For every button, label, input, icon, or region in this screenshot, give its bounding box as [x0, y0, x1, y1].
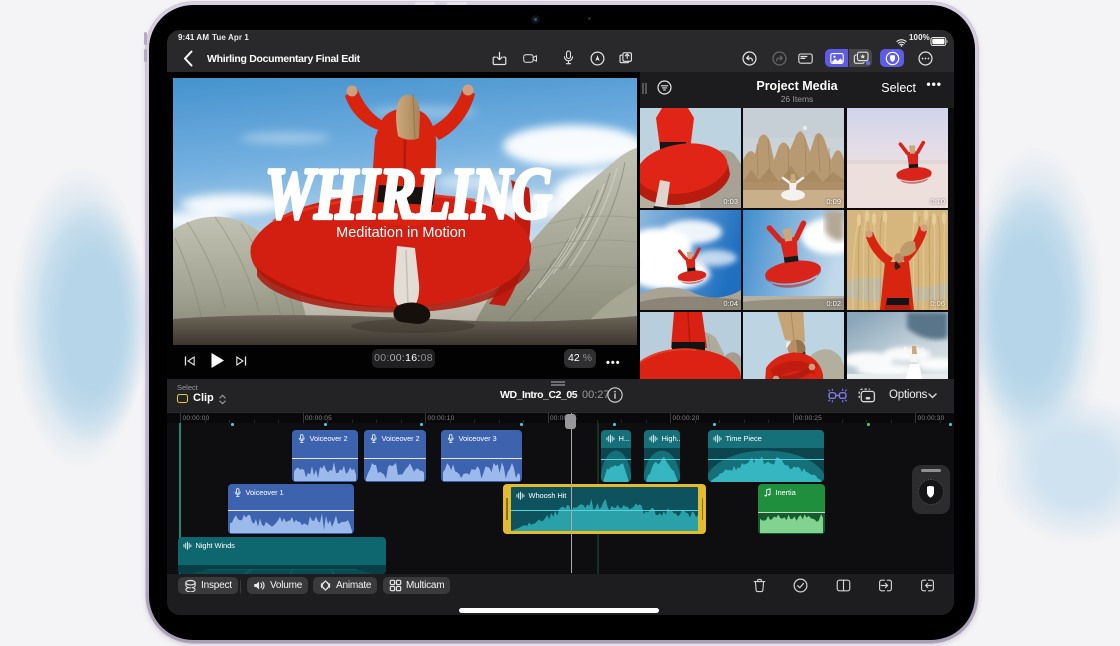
svg-text:Meditation in Motion: Meditation in Motion	[336, 225, 466, 241]
svg-text:WHIRLING: WHIRLING	[265, 153, 552, 234]
